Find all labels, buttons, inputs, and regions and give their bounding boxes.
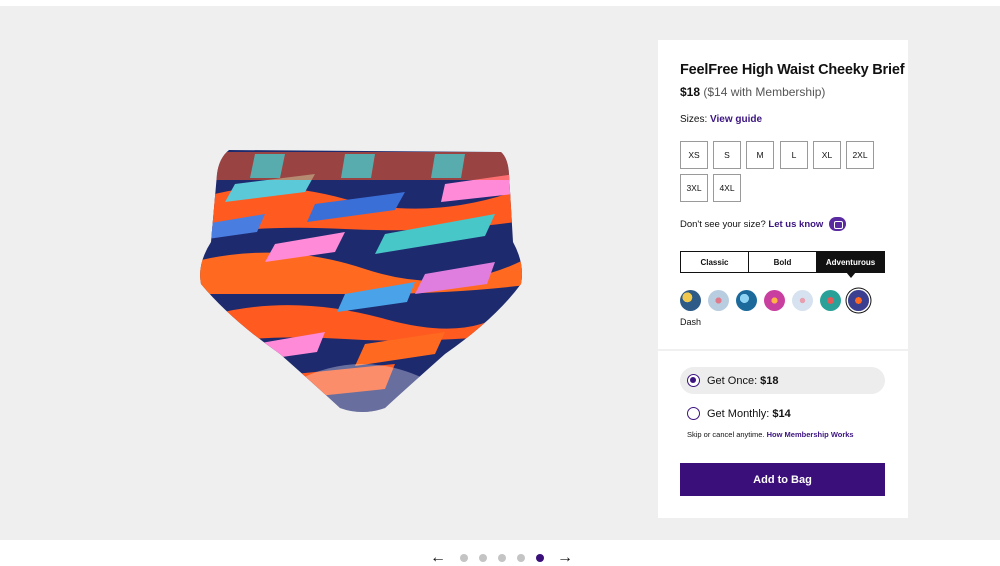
swatch-7-selected[interactable] xyxy=(848,290,869,311)
size-help-text: Don't see your size? xyxy=(680,218,766,230)
size-option-2xl[interactable]: 2XL xyxy=(846,141,874,169)
carousel-dot-2[interactable] xyxy=(478,554,487,562)
get-monthly-option[interactable]: Get Monthly: $14 xyxy=(680,400,885,427)
product-price: $18 ($14 with Membership) xyxy=(680,85,825,99)
sizes-label-text: Sizes: xyxy=(680,114,708,125)
size-option-4xl[interactable]: 4XL xyxy=(713,174,741,202)
size-option-l[interactable]: L xyxy=(780,141,808,169)
membership-note: Skip or cancel anytime. How Membership W… xyxy=(687,430,854,439)
carousel-dot-5[interactable] xyxy=(535,554,544,562)
style-tabs: Classic Bold Adventurous xyxy=(680,251,885,278)
size-guide-link[interactable]: View guide xyxy=(710,114,762,125)
price-regular: $18 xyxy=(680,85,701,99)
swatch-3[interactable] xyxy=(736,290,757,311)
product-panel: FeelFree High Waist Cheeky Brief $18 ($1… xyxy=(658,40,908,518)
swatch-2[interactable] xyxy=(708,290,729,311)
get-once-option[interactable]: Get Once: $18 xyxy=(680,367,885,394)
size-option-xl[interactable]: XL xyxy=(813,141,841,169)
tab-classic[interactable]: Classic xyxy=(681,252,749,272)
size-option-m[interactable]: M xyxy=(746,141,774,169)
swatch-1[interactable] xyxy=(680,290,701,311)
add-to-bag-button[interactable]: Add to Bag xyxy=(680,463,885,496)
tab-bold[interactable]: Bold xyxy=(749,252,817,272)
get-once-radio[interactable] xyxy=(687,374,700,387)
size-help-link[interactable]: Let us know xyxy=(768,219,823,230)
get-monthly-label: Get Monthly: xyxy=(707,407,770,420)
size-option-xs[interactable]: XS xyxy=(680,141,708,169)
carousel-dot-4[interactable] xyxy=(516,554,525,562)
chat-icon[interactable] xyxy=(829,217,847,231)
get-monthly-price: $14 xyxy=(772,407,791,420)
selected-swatch-name: Dash xyxy=(680,317,702,327)
skip-text: Skip or cancel anytime. xyxy=(687,430,765,439)
membership-link[interactable]: How Membership Works xyxy=(767,430,854,439)
price-member: ($14 with Membership) xyxy=(703,85,826,99)
carousel-dot-3[interactable] xyxy=(497,554,506,562)
get-monthly-radio[interactable] xyxy=(687,407,700,420)
sizes-label: Sizes: View guide xyxy=(680,114,762,125)
size-help: Don't see your size? Let us know xyxy=(680,217,847,231)
tab-adventurous[interactable]: Adventurous xyxy=(817,252,884,278)
product-stage: FeelFree High Waist Cheeky Brief $18 ($1… xyxy=(0,6,1000,540)
get-once-price: $18 xyxy=(760,374,779,387)
swatch-5[interactable] xyxy=(792,290,813,311)
size-option-s[interactable]: S xyxy=(713,141,741,169)
product-title: FeelFree High Waist Cheeky Brief xyxy=(680,62,905,78)
swatch-4[interactable] xyxy=(764,290,785,311)
get-once-label: Get Once: xyxy=(707,374,758,387)
swatch-6[interactable] xyxy=(820,290,841,311)
product-image xyxy=(200,150,522,412)
carousel-dot-1[interactable] xyxy=(459,554,468,562)
size-option-3xl[interactable]: 3XL xyxy=(680,174,708,202)
divider xyxy=(658,349,908,351)
color-swatches xyxy=(680,290,880,312)
